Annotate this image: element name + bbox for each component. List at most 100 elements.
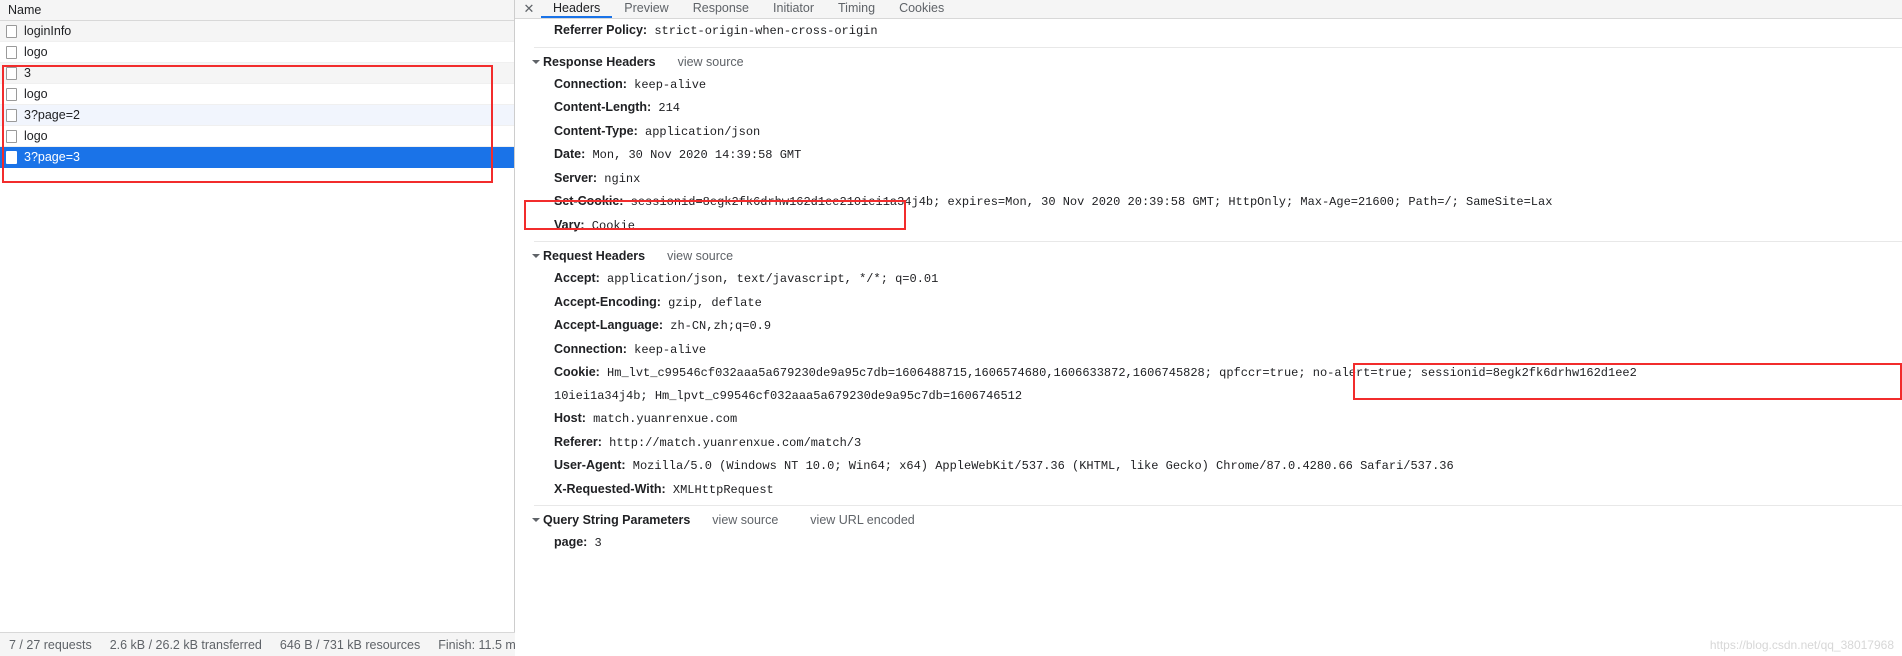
document-icon (6, 45, 17, 59)
request-row-3-page-3-selected[interactable]: 3?page=3 (0, 147, 514, 168)
header-value: keep-alive (634, 77, 707, 92)
chevron-down-icon[interactable] (532, 254, 540, 258)
section-divider (534, 241, 1902, 242)
document-icon (6, 129, 17, 143)
header-value: keep-alive (634, 342, 707, 357)
header-key: Vary: (554, 217, 585, 232)
header-referrer-policy: Referrer Policy: strict-origin-when-cros… (515, 19, 1902, 43)
header-key: Content-Type: (554, 123, 638, 138)
header-key: Cookie: (554, 365, 600, 379)
header-key: Host: (554, 411, 586, 425)
param-value: 3 (594, 536, 602, 550)
header-key: X-Requested-With: (554, 481, 666, 496)
tab-preview[interactable]: Preview (612, 0, 680, 18)
header-vary: Vary: Cookie (515, 214, 1902, 238)
view-source-link-response[interactable]: view source (678, 51, 744, 73)
header-key: User-Agent: (554, 458, 626, 472)
header-value: strict-origin-when-cross-origin (654, 24, 878, 38)
header-content-type: Content-Type: application/json (515, 120, 1902, 144)
section-title: Response Headers (543, 54, 656, 69)
status-transferred: 2.6 kB / 26.2 kB transferred (109, 637, 262, 652)
request-name: logo (24, 44, 48, 59)
request-name: 3 (24, 65, 31, 80)
header-value-line2: 10iei1a34j4b; Hm_lpvt_c99546cf032aaa5a67… (554, 388, 1023, 403)
header-server: Server: nginx (515, 167, 1902, 191)
query-param-page: page: 3 (515, 531, 1902, 555)
request-name: 3?page=2 (24, 107, 80, 122)
section-query-string-parameters[interactable]: Query String Parameters view source view… (515, 509, 1902, 531)
tab-timing[interactable]: Timing (826, 0, 887, 18)
header-value: XMLHttpRequest (672, 482, 774, 497)
header-key: Content-Length: (554, 100, 652, 114)
header-key: Accept: (554, 271, 600, 285)
param-key: page: (554, 535, 588, 549)
document-icon (6, 87, 17, 101)
view-url-encoded-link[interactable]: view URL encoded (810, 509, 914, 531)
close-icon[interactable]: ✕ (517, 0, 541, 18)
document-icon (6, 24, 17, 38)
header-value: Mon, 30 Nov 2020 14:39:58 GMT (592, 148, 802, 162)
section-title: Query String Parameters (543, 513, 691, 527)
document-icon (6, 150, 17, 164)
status-resources: 646 B / 731 kB resources (279, 637, 421, 652)
status-requests: 7 / 27 requests (9, 637, 92, 652)
header-host: Host: match.yuanrenxue.com (515, 407, 1902, 431)
watermark-text: https://blog.csdn.net/qq_38017968 (1709, 638, 1894, 652)
header-key: Date: (554, 147, 586, 161)
header-accept-language: Accept-Language: zh-CN,zh;q=0.9 (515, 314, 1902, 338)
header-value: http://match.yuanrenxue.com/match/3 (609, 435, 862, 450)
headers-content: Referrer Policy: strict-origin-when-cros… (515, 19, 1902, 656)
header-value: Cookie (591, 218, 636, 233)
tab-response[interactable]: Response (681, 0, 761, 18)
section-divider (534, 46, 1902, 48)
header-connection-request: Connection: keep-alive (515, 338, 1902, 362)
request-row-3-page-2[interactable]: 3?page=2 (0, 105, 514, 126)
header-value: zh-CN,zh;q=0.9 (670, 319, 772, 333)
header-value: sessionid=8egk2fk6drhw162d1ee210iei1a34j… (630, 195, 1553, 209)
request-row-logo-1[interactable]: logo (0, 42, 514, 63)
view-source-link-request[interactable]: view source (667, 245, 733, 267)
header-x-requested-with: X-Requested-With: XMLHttpRequest (515, 478, 1902, 502)
section-response-headers[interactable]: Response Headers view source (515, 51, 1902, 73)
header-referer: Referer: http://match.yuanrenxue.com/mat… (515, 431, 1902, 455)
header-value-line1: Hm_lvt_c99546cf032aaa5a679230de9a95c7db=… (607, 366, 1637, 380)
request-list: loginInfo logo 3 logo 3?page=2 logo 3?pa… (0, 21, 514, 168)
request-row-3[interactable]: 3 (0, 63, 514, 84)
request-name: 3?page=3 (24, 149, 80, 164)
header-accept: Accept: application/json, text/javascrip… (515, 267, 1902, 291)
tab-initiator[interactable]: Initiator (761, 0, 826, 18)
tab-cookies[interactable]: Cookies (887, 0, 956, 18)
view-source-link-query[interactable]: view source (712, 509, 778, 531)
header-key: Connection: (554, 341, 627, 356)
request-name: logo (24, 86, 48, 101)
network-status-bar: 7 / 27 requests 2.6 kB / 26.2 kB transfe… (0, 632, 515, 656)
header-value: 214 (658, 101, 681, 115)
header-key: Accept-Language: (554, 318, 664, 332)
header-key: Referer: (554, 434, 602, 449)
request-row-logininfo[interactable]: loginInfo (0, 21, 514, 42)
request-row-logo-2[interactable]: logo (0, 84, 514, 105)
header-content-length: Content-Length: 214 (515, 96, 1902, 120)
document-icon (6, 108, 17, 122)
request-name: loginInfo (24, 23, 72, 38)
request-details-panel: ✕ Headers Preview Response Initiator Tim… (515, 0, 1902, 656)
header-connection: Connection: keep-alive (515, 73, 1902, 97)
header-value: Mozilla/5.0 (Windows NT 10.0; Win64; x64… (632, 459, 1454, 473)
status-finish: Finish: 11.5 mi (438, 637, 515, 652)
header-key: Connection: (554, 76, 627, 91)
request-row-logo-3[interactable]: logo (0, 126, 514, 147)
header-key: Set-Cookie: (554, 194, 624, 208)
header-key: Accept-Encoding: (554, 294, 661, 309)
chevron-down-icon[interactable] (532, 59, 540, 64)
chevron-down-icon[interactable] (532, 518, 540, 522)
header-value: application/json, text/javascript, */*; … (607, 272, 939, 286)
request-list-column-header-name[interactable]: Name (0, 0, 514, 21)
tab-headers[interactable]: Headers (541, 0, 613, 18)
request-list-panel: Name loginInfo logo 3 logo 3?page=2 logo… (0, 0, 515, 656)
header-accept-encoding: Accept-Encoding: gzip, deflate (515, 291, 1902, 315)
header-cookie: Cookie: Hm_lvt_c99546cf032aaa5a679230de9… (515, 361, 1902, 385)
section-request-headers[interactable]: Request Headers view source (515, 245, 1902, 267)
header-set-cookie: Set-Cookie: sessionid=8egk2fk6drhw162d1e… (515, 190, 1902, 214)
header-value: gzip, deflate (668, 295, 762, 310)
header-cookie-continuation: 10iei1a34j4b; Hm_lpvt_c99546cf032aaa5a67… (515, 385, 1902, 408)
